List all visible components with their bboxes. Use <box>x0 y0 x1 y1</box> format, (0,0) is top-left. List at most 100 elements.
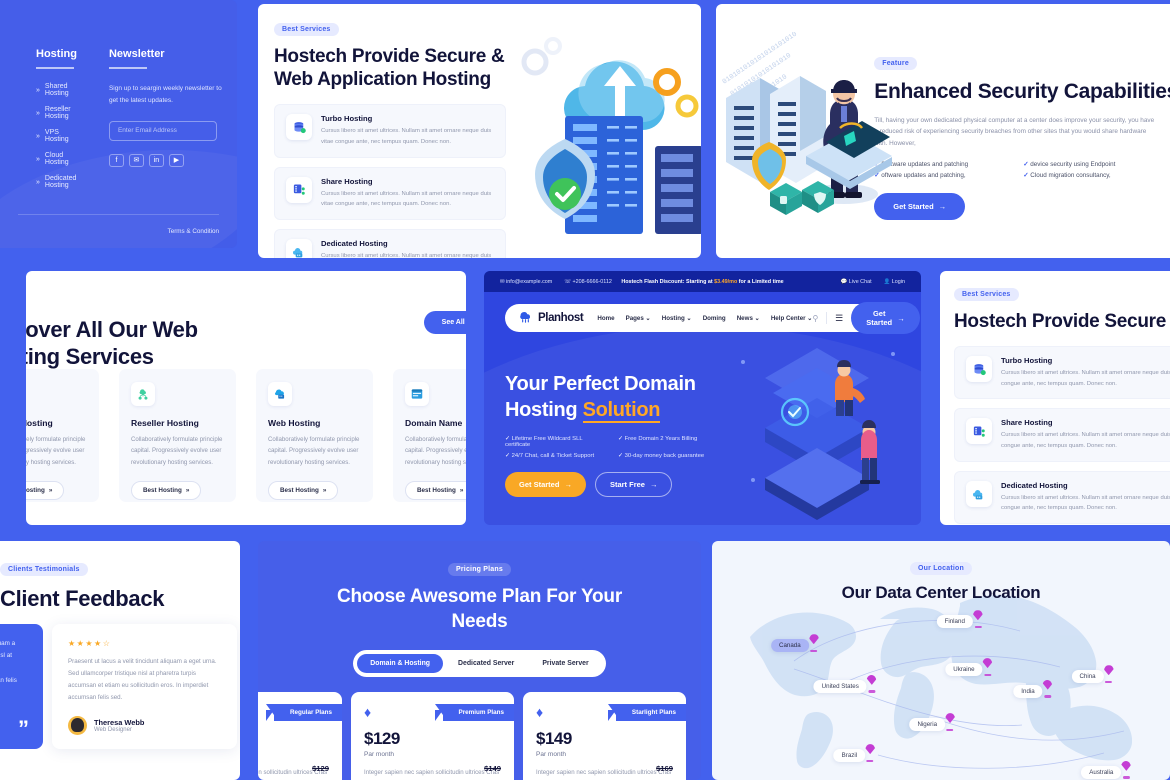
plan-price: $129 <box>364 729 400 748</box>
login-link[interactable]: 👤 Login <box>884 279 905 285</box>
plan-price: $99 <box>258 729 329 749</box>
check-icon: ✓ <box>618 452 623 459</box>
map-pin-label: United States <box>813 679 867 693</box>
price-card-starlight[interactable]: ♦ Starlight Plans $149 Par month $169 In… <box>523 692 686 780</box>
map-pin-australia[interactable]: Australia <box>1081 761 1122 779</box>
service-item-desc: Cursus libero sit amet ultrices. Nullam … <box>1001 432 1170 450</box>
footer-newsletter-title: Newsletter <box>108 48 165 60</box>
hero-content: Your Perfect Domain Hosting Solution ✓ L… <box>505 371 735 497</box>
see-all-feature-button[interactable]: See All Feature <box>423 311 466 334</box>
testimonial-card: Clients Testimonials Client Feedback Pra… <box>0 541 240 780</box>
map-card: Our Location Our Data Center Location Ca… <box>712 541 1170 780</box>
youtube-icon[interactable]: ▶ <box>168 153 184 167</box>
hero-start-free-button[interactable]: Start Free → <box>594 471 673 497</box>
nav-item-help-center[interactable]: Help Center ⌄ <box>771 315 813 322</box>
testimonial-text: Praesent ut lacus a velit tincidunt aliq… <box>68 658 217 702</box>
nav-divider <box>826 312 828 324</box>
footer-link-shared[interactable]: » Shared Hosting <box>36 83 77 97</box>
best-hosting-button[interactable]: Best Hosting» <box>131 480 202 500</box>
service-item-dedicated[interactable]: Dedicated Hosting Cursus libero sit amet… <box>954 470 1170 524</box>
map-pin-ukraine[interactable]: Ukraine <box>945 658 983 677</box>
newsletter-email-input[interactable] <box>108 120 217 141</box>
map-pin-label: Australia <box>1081 765 1122 779</box>
cloud-hosting-illustration <box>521 37 701 234</box>
search-icon[interactable]: ⚲ <box>812 314 818 323</box>
check-icon: ✓ <box>618 435 623 442</box>
web-service-card-reseller[interactable]: Reseller Hosting Collaboratively formula… <box>119 369 236 502</box>
map-pin-canada[interactable]: Canada <box>771 634 809 653</box>
pricing-title: Choose Awesome Plan For Your Needs <box>336 586 623 633</box>
service-item-desc: Cursus libero sit amet ultrices. Nullam … <box>1001 494 1170 512</box>
best-hosting-button[interactable]: Best Hosting» <box>268 480 339 500</box>
testimonial-blue-card: Praesent ut lacus a velit tincidunt aliq… <box>0 624 43 749</box>
footer-link-vps[interactable]: » VPS Hosting <box>36 129 77 143</box>
linkedin-icon[interactable]: in <box>148 153 164 167</box>
tab-domain-hosting[interactable]: Domain & Hosting <box>357 654 444 674</box>
logo-text: Planhost <box>538 312 584 324</box>
price-card-premium[interactable]: ♦ Premium Plans $129 Par month $149 Inte… <box>351 692 514 780</box>
service-item-share[interactable]: Share Hosting Cursus libero sit amet ult… <box>274 166 506 220</box>
map-pin-india[interactable]: India <box>1013 680 1043 698</box>
hero-feature-list: ✓ Lifetime Free Wildcard SLL certificate… <box>505 436 730 459</box>
web-service-card-web[interactable]: Web Hosting Collaboratively formulate pr… <box>256 369 373 502</box>
arrow-right-icon: → <box>564 479 572 489</box>
terms-link[interactable]: Terms & Condition <box>168 228 219 235</box>
best-hosting-button[interactable]: Best Hosting» <box>405 480 466 500</box>
security-feature-item: ✓ device security using Endpoint <box>1023 161 1116 169</box>
map-pin-united-states[interactable]: United States <box>813 675 867 693</box>
web-service-title: Cloud Hosting <box>26 418 53 428</box>
check-icon: ✓ <box>1023 161 1029 169</box>
nav-item-hosting[interactable]: Hosting ⌄ <box>662 315 692 322</box>
footer-link-reseller[interactable]: » Reseller Hosting <box>36 106 77 120</box>
web-service-desc: Collaboratively formulate principle capi… <box>268 436 360 466</box>
service-item-share[interactable]: Share Hosting Cursus libero sit amet ult… <box>954 408 1170 462</box>
footer-link-dedicated[interactable]: » Dedicated Hosting <box>36 175 77 189</box>
chevron-right-icon: » <box>36 86 40 94</box>
testimonial-badge: Clients Testimonials <box>0 563 88 576</box>
service-item-dedicated[interactable]: Dedicated Hosting Cursus libero sit amet… <box>274 228 506 258</box>
service-item-desc: Cursus libero sit amet ultrices. Nullam … <box>321 190 492 208</box>
nav-item-home[interactable]: Home <box>597 315 614 322</box>
best-hosting-button[interactable]: Best Hosting» <box>26 480 65 500</box>
service-item-title: Turbo Hosting <box>1001 356 1053 366</box>
security-feature-item: ✓ Cloud migration consultancy, <box>1023 172 1111 180</box>
nav-item-news[interactable]: News ⌄ <box>737 315 760 322</box>
hamburger-menu-icon[interactable]: ☰ <box>835 313 843 324</box>
map-pin-brazil[interactable]: Brazil <box>833 744 866 763</box>
arrow-right-icon: → <box>649 479 658 489</box>
plan-period: Par month <box>364 751 394 758</box>
nav-get-started-button[interactable]: Get Started → <box>851 302 920 334</box>
live-chat-link[interactable]: 💬 Live Chat <box>841 279 872 285</box>
hero-card: ✉ info@example.com ☏ +208-6666-0112 Host… <box>484 271 921 525</box>
tab-dedicated-server[interactable]: Dedicated Server <box>445 654 527 673</box>
services-title: Hostech Provide Secure & Web Application… <box>954 311 1170 332</box>
footer-link-label: Shared Hosting <box>44 83 69 97</box>
hero-feature-item: ✓ Lifetime Free Wildcard SLL certificate <box>505 435 583 448</box>
footer-link-cloud[interactable]: » Cloud Hosting <box>36 152 77 166</box>
footer-divider <box>36 67 74 69</box>
map-badge: Our Location <box>910 562 972 575</box>
plan-price: $149 <box>536 729 572 748</box>
map-pin-nigeria[interactable]: Nigeria <box>909 713 946 732</box>
nav-item-doming[interactable]: Doming <box>703 315 726 322</box>
service-item-turbo[interactable]: Turbo Hosting Cursus libero sit amet ult… <box>274 104 506 158</box>
hero-navbar: Planhost Home Pages ⌄ Hosting ⌄ Doming N… <box>505 302 920 334</box>
map-pin-finland[interactable]: Finland <box>936 610 973 629</box>
price-card-regular[interactable]: ♦ Regular Plans $99 Par month $129 Integ… <box>258 692 342 780</box>
hero-get-started-button[interactable]: Get Started → <box>505 471 586 497</box>
service-item-title: Share Hosting <box>321 176 373 186</box>
twitter-icon[interactable]: ✉ <box>128 153 144 167</box>
web-service-card-cloud[interactable]: Cloud Hosting Collaboratively formulate … <box>26 369 99 502</box>
check-icon: ✓ <box>1023 172 1029 180</box>
hero-feature-item: ✓ Free Domain 2 Years Billing <box>618 435 698 442</box>
map-pin-china[interactable]: China <box>1071 665 1104 684</box>
footer-link-label: Dedicated Hosting <box>44 175 77 189</box>
facebook-icon[interactable]: f <box>108 153 124 167</box>
planhost-logo-icon <box>517 307 534 329</box>
chat-icon: 💬 <box>840 278 848 285</box>
security-card: 010101010101010101010 01010101010101010 … <box>716 4 1170 258</box>
service-item-turbo[interactable]: Turbo Hosting Cursus libero sit amet ult… <box>954 346 1170 400</box>
web-service-card-domain[interactable]: Domain Name Collaboratively formulate pr… <box>393 369 466 502</box>
nav-item-pages[interactable]: Pages ⌄ <box>626 315 651 322</box>
tab-private-server[interactable]: Private Server <box>529 654 601 673</box>
